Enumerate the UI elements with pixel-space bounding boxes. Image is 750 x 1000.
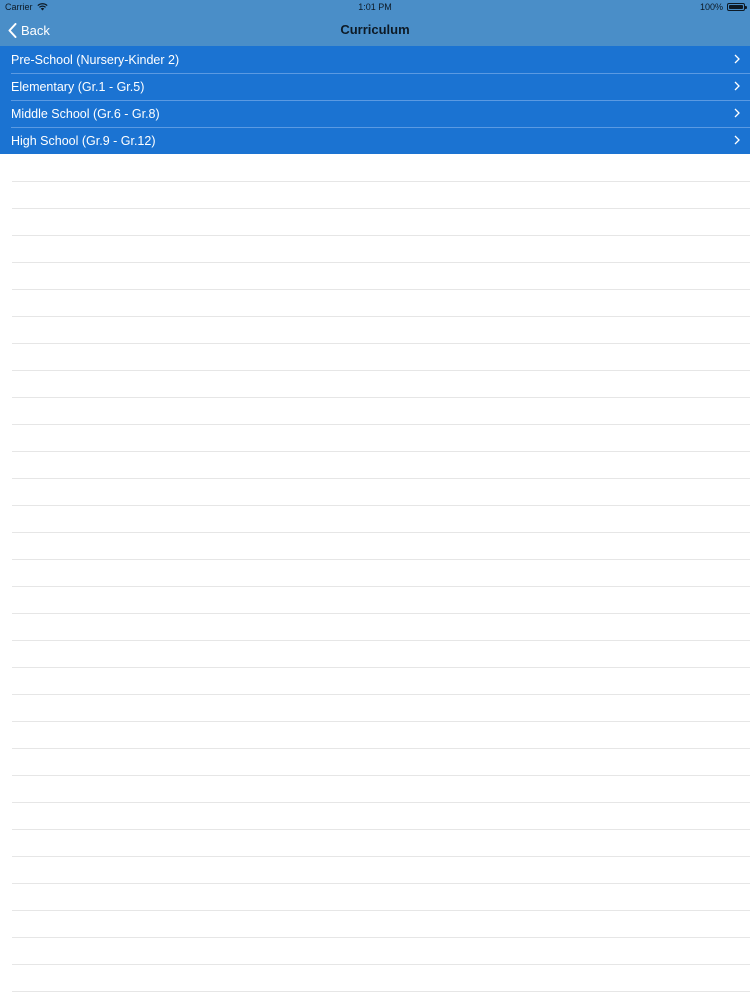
navigation-bar: Back Curriculum [0,14,750,46]
battery-icon [727,3,747,11]
chevron-right-icon [734,81,740,91]
list-item-pre-school[interactable]: Pre-School (Nursery-Kinder 2) [0,46,750,73]
list-item-elementary[interactable]: Elementary (Gr.1 - Gr.5) [0,73,750,100]
list-item-label: Middle School (Gr.6 - Gr.8) [11,106,160,121]
battery-percent: 100% [699,2,723,12]
page-title: Curriculum [340,22,410,37]
chevron-right-icon [734,135,740,145]
chevron-right-icon [734,54,740,64]
status-bar: Carrier 1:01 PM 100% [0,0,750,14]
list-item-middle-school[interactable]: Middle School (Gr.6 - Gr.8) [0,100,750,127]
battery-indicator: 100% [699,2,747,12]
empty-table-rows [12,155,750,1000]
list-item-label: Pre-School (Nursery-Kinder 2) [11,52,180,67]
list-item-high-school[interactable]: High School (Gr.9 - Gr.12) [0,127,750,154]
chevron-right-icon [734,108,740,118]
list-item-label: High School (Gr.9 - Gr.12) [11,133,156,148]
curriculum-list: Pre-School (Nursery-Kinder 2) Elementary… [0,46,750,154]
status-time: 1:01 PM [358,2,392,12]
list-item-label: Elementary (Gr.1 - Gr.5) [11,79,145,94]
